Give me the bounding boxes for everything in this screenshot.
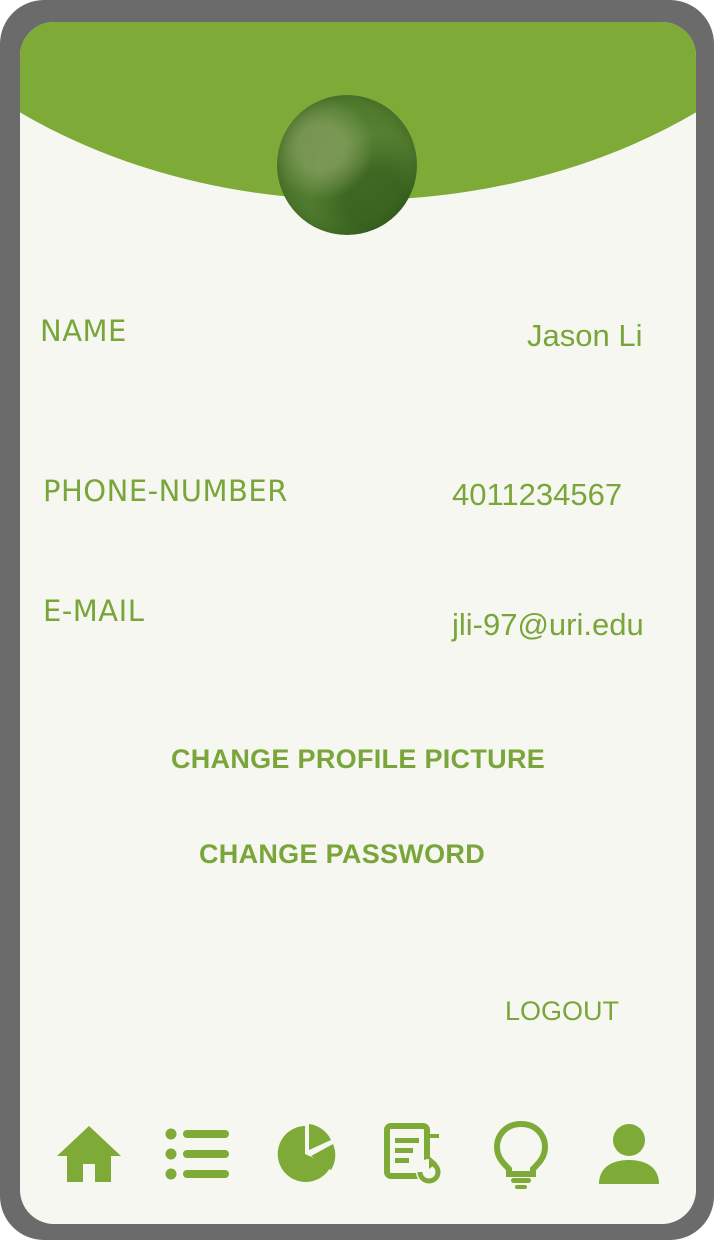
email-value: jli-97@uri.edu: [452, 607, 644, 642]
nav-list[interactable]: [157, 1114, 237, 1194]
lightbulb-icon: [493, 1120, 549, 1189]
pie-chart-icon: [277, 1124, 336, 1182]
email-label: E-MAIL: [43, 594, 145, 628]
avatar[interactable]: [277, 95, 417, 235]
home-icon: [57, 1126, 121, 1182]
person-icon: [599, 1124, 659, 1184]
name-label: NAME: [40, 314, 127, 348]
change-password-button[interactable]: CHANGE PASSWORD: [20, 839, 680, 870]
logout-button[interactable]: LOGOUT: [505, 996, 619, 1027]
change-profile-picture-button[interactable]: CHANGE PROFILE PICTURE: [20, 744, 696, 775]
nav-tips[interactable]: [481, 1114, 561, 1194]
name-value: Jason Li: [527, 318, 643, 353]
nav-stats[interactable]: [265, 1114, 345, 1194]
phone-label: PHONE-NUMBER: [43, 474, 288, 508]
list-icon: [165, 1128, 229, 1180]
nav-reports[interactable]: [373, 1114, 453, 1194]
device-frame: NAME Jason Li PHONE-NUMBER 4011234567 E-…: [0, 0, 714, 1240]
report-icon: [384, 1123, 442, 1185]
phone-value: 4011234567: [452, 477, 623, 512]
bottom-nav: [20, 1114, 696, 1194]
nav-profile[interactable]: [589, 1114, 669, 1194]
profile-screen: NAME Jason Li PHONE-NUMBER 4011234567 E-…: [20, 22, 696, 1224]
nav-home[interactable]: [49, 1114, 129, 1194]
